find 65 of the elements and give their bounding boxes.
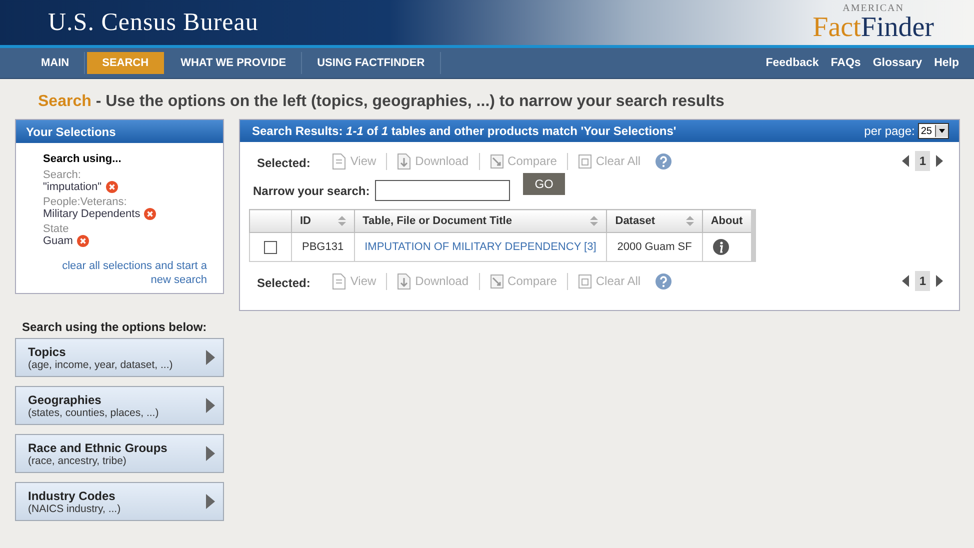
nav-link[interactable]: Glossary (872, 57, 922, 69)
section-heading: Search using the options below: (22, 320, 208, 334)
compare-icon (490, 272, 504, 290)
nav-tab[interactable]: USING FACTFINDER (302, 52, 441, 74)
nav-tab[interactable]: MAIN (26, 52, 86, 74)
nav-link[interactable]: Help (934, 57, 959, 69)
nav-tab[interactable]: WHAT WE PROVIDE (166, 52, 302, 74)
download-icon (397, 272, 412, 290)
checkbox-icon (578, 152, 592, 170)
column-header[interactable]: Table, File or Document Title (354, 210, 607, 232)
option-button[interactable]: Geographies (states, counties, places, ...) (15, 386, 224, 425)
filter-value: Guam (43, 235, 73, 247)
section-heading: Search using... (43, 153, 122, 165)
page-number[interactable]: 1 (915, 271, 930, 291)
next-page-icon[interactable] (936, 275, 943, 287)
page-heading: Search - Use the options on the left (topics, geographies, ...) to narrow your search results (37, 92, 726, 112)
column-header[interactable]: ID (292, 210, 354, 232)
table-cell: PBG131 (292, 232, 354, 262)
expand-arrow-icon (206, 350, 215, 365)
help-icon[interactable] (654, 152, 672, 170)
expand-arrow-icon (206, 398, 215, 413)
previous-page-icon[interactable] (902, 155, 910, 167)
clear-selections-link[interactable]: clear all selections and start a new search (43, 259, 207, 287)
filter-label: Search: (43, 169, 82, 181)
selected-label: Selected: (257, 156, 310, 170)
option-button[interactable]: Race and Ethnic Groups (race, ancestry, tribe) (15, 434, 224, 473)
table-cell: 2000 Guam SF (606, 232, 702, 262)
go-button[interactable]: GO (522, 172, 566, 194)
previous-page-icon[interactable] (902, 275, 910, 287)
checkbox-icon (578, 272, 592, 290)
download-icon (397, 152, 412, 170)
panel-title: Your Selections (16, 120, 223, 143)
help-icon[interactable] (654, 272, 672, 290)
expand-arrow-icon (206, 494, 215, 509)
results-summary: Search Results: 1-1 of 1 tables and other products match 'Your Selections' (252, 124, 676, 138)
per-page-dropdown[interactable]: 25 (918, 123, 949, 139)
remove-icon[interactable] (106, 181, 118, 193)
next-page-icon[interactable] (936, 155, 943, 167)
filter-label: State (43, 223, 70, 235)
remove-icon[interactable] (144, 208, 156, 220)
filter-value: "imputation" (43, 181, 102, 193)
site-title: U.S. Census Bureau (48, 8, 258, 36)
nav-link[interactable]: Feedback (766, 57, 819, 69)
logo-wordmark[interactable]: FactFinder (812, 14, 934, 42)
filter-value: Military Dependents (43, 208, 140, 220)
caret-icon[interactable] (935, 125, 948, 137)
row-checkbox[interactable] (264, 240, 277, 254)
narrow-search-label: Narrow your search: (253, 184, 370, 198)
column-header[interactable]: Dataset (606, 210, 702, 232)
logo-caption: AMERICAN (842, 4, 904, 14)
nav-link[interactable]: FAQs (830, 57, 861, 69)
document-icon (332, 152, 346, 170)
page-number[interactable]: 1 (915, 151, 930, 171)
remove-icon[interactable] (76, 235, 89, 247)
option-button[interactable]: Industry Codes (NAICS industry, ...) (15, 482, 224, 521)
column-header[interactable]: About (702, 210, 754, 232)
option-button[interactable]: Topics (age, income, year, dataset, ...) (15, 338, 224, 377)
document-icon (332, 272, 346, 290)
expand-arrow-icon (206, 446, 215, 461)
compare-icon (490, 152, 504, 170)
filter-label: People:Veterans: (43, 196, 128, 208)
per-page-label: per page: (864, 124, 915, 138)
info-icon[interactable] (712, 239, 729, 255)
narrow-search-field[interactable] (374, 180, 510, 201)
selected-label: Selected: (257, 276, 310, 290)
